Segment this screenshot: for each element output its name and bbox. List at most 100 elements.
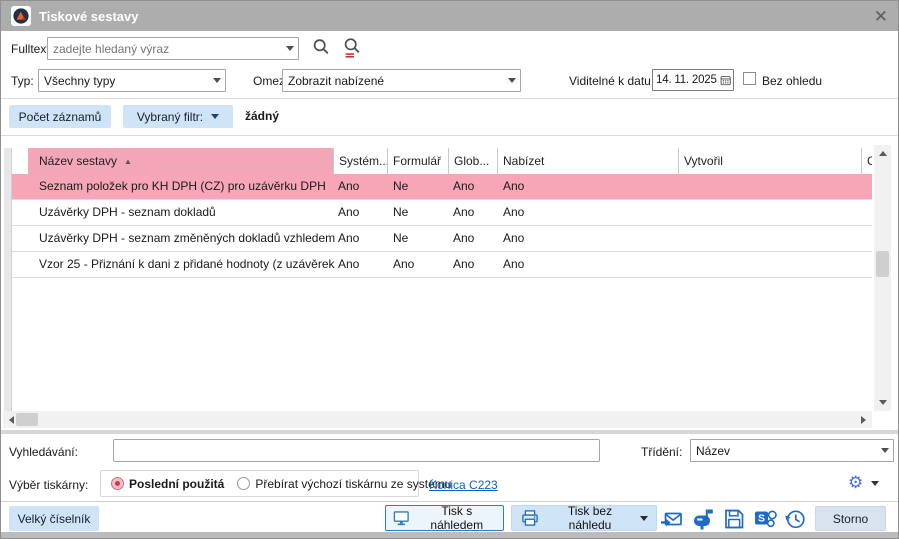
type-select[interactable]: Všechny typy (38, 69, 226, 92)
sort-label: Třídění: (641, 445, 682, 459)
vertical-scrollbar[interactable] (874, 145, 891, 411)
print-preview-button[interactable]: Tisk s náhledem (385, 505, 504, 531)
table-row[interactable]: Uzávěrky DPH - seznam změněných dokladů … (12, 226, 872, 252)
cell-form: Ne (393, 200, 453, 225)
restriction-dropdown-arrow[interactable] (503, 70, 520, 91)
regardless-checkbox[interactable] (743, 72, 756, 85)
window-bottom-frame (1, 532, 898, 538)
monitor-icon (392, 508, 411, 528)
column-header-created-by[interactable]: Vytvořil (678, 148, 861, 174)
type-value: Všechny typy (39, 74, 208, 88)
print-direct-button[interactable]: Tisk bez náhledu (511, 505, 657, 531)
cell-name: Uzávěrky DPH - seznam dokladů (39, 200, 338, 225)
cell-created-by (684, 226, 872, 251)
quick-search-input[interactable] (113, 439, 600, 462)
cell-name: Vzor 25 - Přiznání k dani z přidané hodn… (39, 252, 338, 277)
window-title: Tiskové sestavy (39, 9, 139, 24)
regardless-label: Bez ohledu (762, 74, 822, 88)
cell-created-by (684, 174, 872, 199)
send-email-icon[interactable] (659, 507, 685, 531)
column-header-form[interactable]: Formulář (387, 148, 448, 174)
save-icon[interactable] (721, 507, 747, 531)
search-advanced-icon[interactable] (341, 36, 365, 60)
cell-offer: Ano (503, 174, 684, 199)
table-header: Název sestavy▲ Systém... Formulář Glob..… (28, 148, 872, 174)
gear-icon[interactable]: ⚙ (848, 474, 863, 491)
exchange-icon[interactable]: S (751, 507, 779, 531)
radio-system-default[interactable] (237, 477, 250, 490)
column-header-truncated[interactable]: C (861, 148, 872, 174)
cell-form: Ano (393, 252, 453, 277)
history-icon[interactable] (782, 507, 808, 531)
radio-last-used-label: Poslední použitá (129, 477, 224, 491)
cancel-button[interactable]: Storno (815, 506, 886, 531)
cell-system: Ano (338, 226, 393, 251)
type-label: Typ: (11, 74, 34, 88)
sort-dropdown-arrow[interactable] (876, 440, 893, 461)
visible-date-field[interactable]: 14. 11. 2025 (652, 69, 734, 91)
cell-system: Ano (338, 252, 393, 277)
search-icon[interactable] (310, 36, 334, 60)
visible-date-label: Viditelné k datu: (569, 74, 654, 88)
radio-system-default-label: Přebírat výchozí tiskárnu ze systému (255, 477, 451, 491)
scroll-down-icon[interactable] (874, 394, 891, 411)
cell-global: Ano (453, 226, 503, 251)
panel-bottom-edge (1, 430, 898, 434)
radio-last-used[interactable] (111, 477, 124, 490)
column-header-name[interactable]: Název sestavy▲ (28, 148, 333, 174)
sort-asc-icon: ▲ (124, 157, 132, 166)
close-icon[interactable]: ✕ (874, 8, 888, 25)
calendar-icon[interactable] (720, 73, 731, 88)
title-bar: Tiskové sestavy ✕ (1, 1, 898, 31)
selected-filter-value: žádný (245, 109, 279, 123)
column-header-offer[interactable]: Nabízet (497, 148, 678, 174)
restriction-value: Zobrazit nabízené (283, 74, 503, 88)
table-row[interactable]: Uzávěrky DPH - seznam dokladů Ano Ne Ano… (12, 200, 872, 226)
printer-select-label: Výběr tiskárny: (9, 478, 88, 492)
cell-offer: Ano (503, 252, 684, 277)
cell-system: Ano (338, 200, 393, 225)
scroll-right-icon[interactable] (855, 411, 872, 428)
fulltext-label: Fulltext (11, 42, 50, 56)
fulltext-dropdown-arrow[interactable] (281, 38, 298, 59)
printer-link[interactable]: Konica C223 (429, 478, 498, 492)
mailbox-icon[interactable] (690, 507, 716, 531)
horizontal-scroll-thumb[interactable] (16, 413, 38, 426)
quick-search-label: Vyhledávání: (9, 445, 78, 459)
cell-name: Uzávěrky DPH - seznam změněných dokladů … (39, 226, 338, 251)
cell-global: Ano (453, 200, 503, 225)
table-row-selected[interactable]: Seznam položek pro KH DPH (CZ) pro uzávě… (12, 174, 872, 200)
sort-select[interactable]: Název (690, 439, 894, 462)
type-dropdown-arrow[interactable] (208, 70, 225, 91)
print-direct-dropdown-arrow[interactable] (640, 516, 648, 521)
big-list-button[interactable]: Velký číselník (9, 506, 99, 531)
print-reports-dialog: Tiskové sestavy ✕ Fulltext Typ: Všechny … (0, 0, 899, 539)
fulltext-input[interactable] (48, 42, 281, 56)
cell-global: Ano (453, 252, 503, 277)
restriction-select[interactable]: Zobrazit nabízené (282, 69, 521, 92)
column-header-global[interactable]: Glob... (448, 148, 497, 174)
svg-text:S: S (757, 512, 764, 524)
filter-dropdown-arrow (211, 114, 219, 119)
sort-value: Název (691, 444, 876, 458)
cell-offer: Ano (503, 200, 684, 225)
cell-global: Ano (453, 174, 503, 199)
cell-created-by (684, 252, 872, 277)
app-logo-icon (11, 6, 31, 26)
table-row[interactable]: Vzor 25 - Přiznání k dani z přidané hodn… (12, 252, 872, 278)
fulltext-combobox[interactable] (47, 37, 299, 60)
divider (1, 98, 898, 99)
gear-dropdown-arrow[interactable] (871, 481, 879, 486)
row-selector-column (4, 148, 12, 411)
selected-filter-button[interactable]: Vybraný filtr: (123, 105, 233, 128)
cell-name: Seznam položek pro KH DPH (CZ) pro uzávě… (39, 174, 338, 199)
visible-date-value: 14. 11. 2025 (653, 74, 720, 86)
horizontal-scrollbar[interactable] (3, 411, 872, 428)
cell-offer: Ano (503, 226, 684, 251)
cell-created-by (684, 200, 872, 225)
scroll-up-icon[interactable] (874, 145, 891, 162)
vertical-scroll-thumb[interactable] (876, 251, 889, 277)
record-count-button[interactable]: Počet záznamů (9, 105, 111, 128)
column-header-system[interactable]: Systém... (333, 148, 387, 174)
cell-form: Ne (393, 226, 453, 251)
